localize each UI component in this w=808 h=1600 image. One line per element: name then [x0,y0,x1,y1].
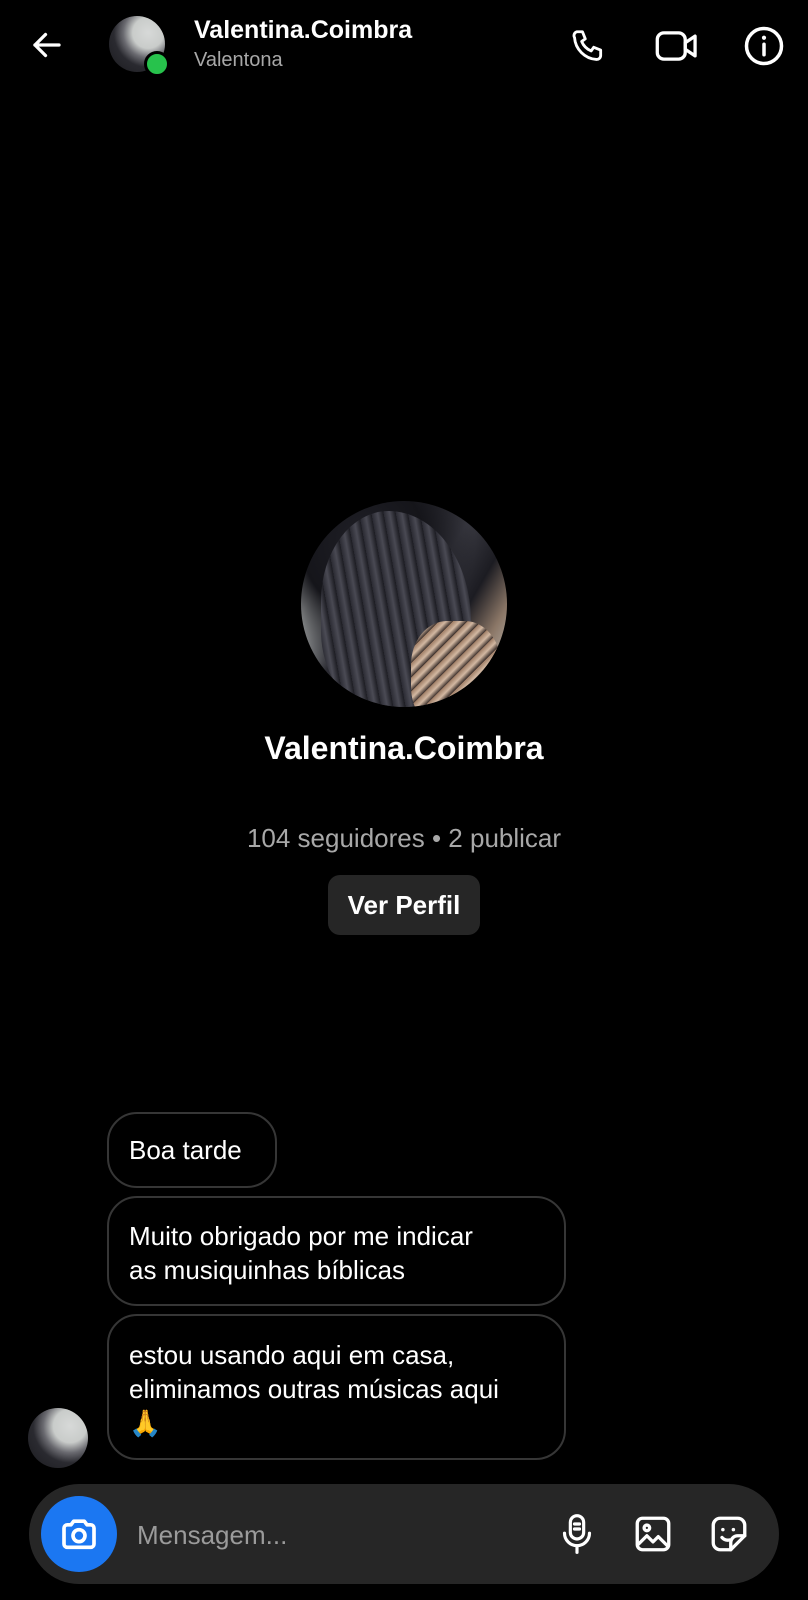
sticker-icon [711,1516,747,1552]
online-status-indicator [144,51,170,77]
message-composer [29,1484,779,1584]
message-input[interactable] [135,1510,539,1560]
back-button[interactable] [24,22,70,68]
camera-icon [62,1519,96,1550]
phone-icon [572,30,603,61]
chat-header: Valentina.Coimbra Valentona [0,0,808,90]
audio-call-button[interactable] [564,22,612,70]
message-text: estou usando aqui em casa, eliminamos ou… [129,1340,499,1438]
message-bubble[interactable]: estou usando aqui em casa, eliminamos ou… [107,1314,566,1460]
message-bubble[interactable]: Muito obrigado por me indicar as musiqui… [107,1196,566,1306]
arrow-left-icon [33,32,61,58]
image-gallery-icon [635,1516,671,1552]
gallery-button[interactable] [629,1510,677,1558]
avatar-photo-sleeve [411,621,501,707]
video-camera-icon [655,31,697,61]
profile-username: Valentina.Coimbra [264,730,544,766]
message-text: Muito obrigado por me indicar as musiqui… [129,1221,473,1285]
info-icon [744,26,784,66]
voice-message-button[interactable] [553,1510,601,1558]
view-profile-button[interactable]: Ver Perfil [328,875,480,935]
sender-avatar[interactable] [28,1408,88,1468]
camera-button[interactable] [41,1496,117,1572]
profile-avatar[interactable] [301,501,507,707]
header-username[interactable]: Valentina.Coimbra [194,16,412,45]
conversation-info-button[interactable] [740,22,788,70]
profile-stats: 104 seguidores • 2 publicar [246,823,562,853]
video-call-button[interactable] [651,22,703,70]
sticker-button[interactable] [705,1510,753,1558]
header-display-name: Valentona [194,49,283,71]
dm-thread-screen: Valentina.Coimbra Valentona Valentina.Co… [0,0,808,1600]
message-text: Boa tarde [129,1135,242,1165]
microphone-icon [562,1514,592,1554]
message-bubble[interactable]: Boa tarde [107,1112,277,1188]
